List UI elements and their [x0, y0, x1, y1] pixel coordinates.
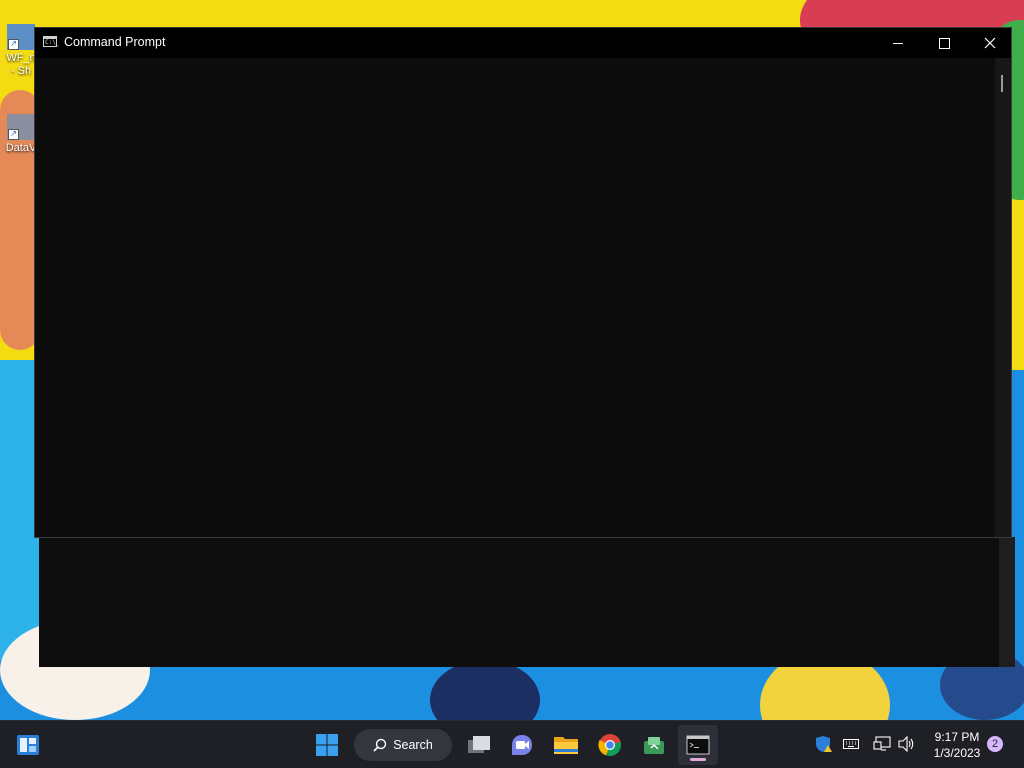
close-icon	[984, 37, 996, 49]
teams-chat-icon	[512, 735, 532, 755]
minimize-button[interactable]	[875, 28, 921, 58]
task-view-icon	[468, 736, 490, 753]
teams-chat-button[interactable]	[502, 725, 542, 765]
file-explorer-button[interactable]	[546, 725, 586, 765]
vertical-scrollbar[interactable]	[995, 58, 1011, 537]
widgets-button[interactable]	[8, 725, 48, 765]
defender-warning-icon	[816, 736, 832, 752]
store-button[interactable]	[634, 725, 674, 765]
title-bar[interactable]: C:\_ Command Prompt	[35, 28, 1011, 58]
task-view-button[interactable]	[459, 725, 499, 765]
terminal-icon	[686, 735, 710, 755]
keyboard-icon	[843, 739, 859, 749]
console-area[interactable]	[35, 58, 995, 537]
volume-tray-button[interactable]	[896, 724, 918, 764]
defender-tray-button[interactable]	[812, 724, 836, 764]
minimize-icon	[893, 42, 903, 44]
active-app-indicator	[690, 758, 706, 761]
network-tray-button[interactable]	[871, 724, 893, 764]
search-button[interactable]: Search	[354, 729, 452, 761]
background-window-scrollbar	[999, 537, 1015, 667]
maximize-icon	[938, 37, 950, 49]
window-title: Command Prompt	[64, 35, 166, 49]
clock-time: 9:17 PM	[934, 730, 980, 744]
scrollbar-thumb[interactable]	[1001, 75, 1003, 92]
search-icon	[373, 738, 387, 752]
widgets-icon	[17, 735, 39, 755]
volume-icon	[898, 736, 914, 752]
maximize-button[interactable]	[921, 28, 967, 58]
chrome-button[interactable]	[590, 725, 630, 765]
network-icon	[873, 736, 891, 751]
cmd-icon: C:\_	[43, 36, 59, 47]
close-button[interactable]	[967, 28, 1013, 58]
windows-logo-icon	[316, 734, 338, 756]
background-window	[39, 537, 1015, 667]
clock[interactable]: 9:17 PM 1/3/2023	[926, 729, 988, 761]
search-label: Search	[393, 738, 433, 752]
command-prompt-window: C:\_ Command Prompt	[34, 27, 1012, 538]
clock-date: 1/3/2023	[933, 746, 981, 760]
shortcut-icon: ↗	[7, 114, 35, 140]
chrome-icon	[598, 734, 621, 757]
store-icon	[644, 737, 664, 754]
start-button[interactable]	[307, 725, 347, 765]
shortcut-icon: ↗	[7, 24, 35, 50]
folder-icon	[554, 737, 578, 754]
notification-badge[interactable]: 2	[987, 736, 1003, 752]
keyboard-tray-button[interactable]	[840, 724, 862, 764]
